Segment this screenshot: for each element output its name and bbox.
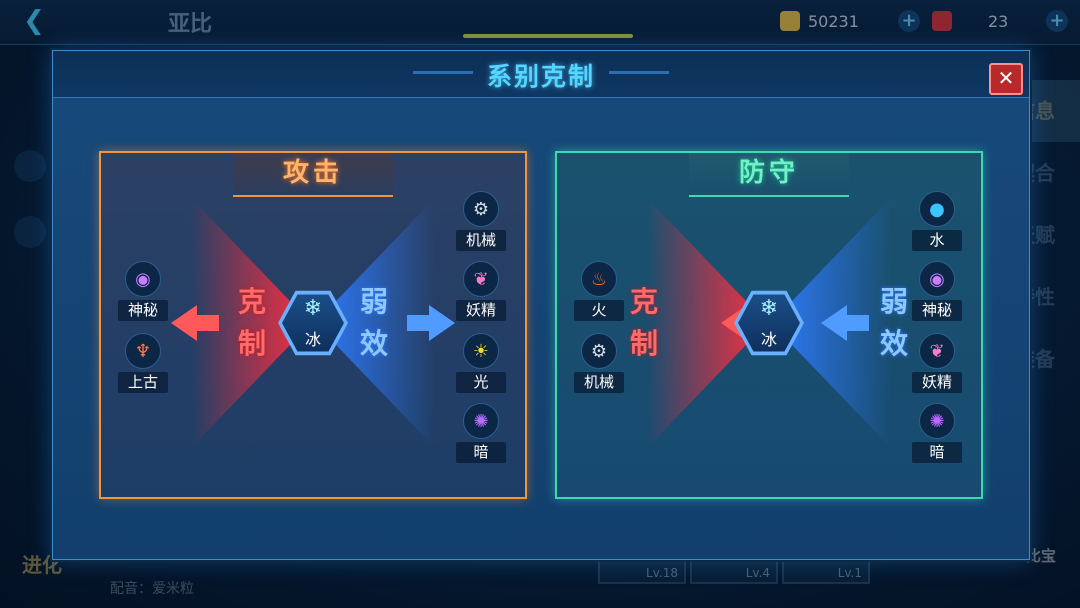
swirl-icon: ✺: [463, 403, 499, 439]
element-label: 神秘: [118, 300, 168, 321]
restrain-text: 克 制: [235, 281, 269, 365]
element-mechanical[interactable]: ⚙ 机械: [453, 191, 509, 251]
gear-icon: ⚙: [463, 191, 499, 227]
element-label: 上古: [118, 372, 168, 393]
wing-icon: ❦: [919, 333, 955, 369]
water-drop-icon: ●: [919, 191, 955, 227]
element-fairy[interactable]: ❦ 妖精: [453, 261, 509, 321]
element-label: 火: [574, 300, 624, 321]
weak-char-2: 效: [879, 327, 908, 360]
restrain-char-1: 克: [629, 285, 658, 318]
restrain-char-2: 制: [629, 327, 658, 360]
restrain-text: 克 制: [627, 281, 661, 365]
ice-crystal-icon: ❄: [303, 296, 323, 321]
center-element-label: 冰: [304, 330, 321, 349]
element-light[interactable]: ☀ 光: [453, 333, 509, 393]
weak-text: 弱 效: [877, 281, 911, 365]
element-ancient[interactable]: ♆ 上古: [115, 333, 171, 393]
element-dark[interactable]: ✺ 暗: [453, 403, 509, 463]
defense-panel: 防守 克 制 弱 效 ❄ 冰 ♨ 火 ⚙ 机械 ● 水 ◉ 神秘 ❦ 妖精 ✺ …: [555, 151, 983, 499]
restrain-char-2: 制: [237, 327, 266, 360]
gear-icon: ⚙: [581, 333, 617, 369]
element-mechanical[interactable]: ⚙ 机械: [571, 333, 627, 393]
weak-text: 弱 效: [357, 281, 391, 365]
weak-char-2: 效: [359, 327, 388, 360]
center-element-label: 冰: [760, 330, 777, 349]
weak-char-1: 弱: [359, 285, 388, 318]
sun-icon: ☀: [463, 333, 499, 369]
swirl-icon: ✺: [919, 403, 955, 439]
fire-icon: ♨: [581, 261, 617, 297]
weak-char-1: 弱: [879, 285, 908, 318]
element-label: 妖精: [912, 372, 962, 393]
element-label: 机械: [574, 372, 624, 393]
element-label: 妖精: [456, 300, 506, 321]
element-dark[interactable]: ✺ 暗: [909, 403, 965, 463]
modal-title: 系别克制: [486, 62, 595, 91]
attack-header: 攻击: [233, 153, 393, 197]
eye-icon: ◉: [919, 261, 955, 297]
element-fairy[interactable]: ❦ 妖精: [909, 333, 965, 393]
center-element-ice: ❄ 冰: [278, 288, 348, 358]
type-counter-modal: 系别克制 ✕ 攻击 克 制 弱 效 ❄ 冰 ◉ 神秘 ♆ 上古 ⚙ 机械 ❦ 妖…: [52, 50, 1030, 560]
element-label: 暗: [912, 442, 962, 463]
restrain-char-1: 克: [237, 285, 266, 318]
modal-header: 系别克制 ✕: [53, 51, 1029, 98]
element-label: 暗: [456, 442, 506, 463]
ice-crystal-icon: ❄: [759, 296, 779, 321]
ancient-mask-icon: ♆: [125, 333, 161, 369]
eye-icon: ◉: [125, 261, 161, 297]
element-mystery[interactable]: ◉ 神秘: [909, 261, 965, 321]
close-button[interactable]: ✕: [989, 63, 1023, 95]
close-x-icon: ✕: [997, 66, 1015, 90]
element-mystery[interactable]: ◉ 神秘: [115, 261, 171, 321]
center-element-ice: ❄ 冰: [734, 288, 804, 358]
element-label: 神秘: [912, 300, 962, 321]
wing-icon: ❦: [463, 261, 499, 297]
element-label: 水: [912, 230, 962, 251]
element-label: 光: [456, 372, 506, 393]
element-label: 机械: [456, 230, 506, 251]
defense-header: 防守: [689, 153, 849, 197]
attack-panel: 攻击 克 制 弱 效 ❄ 冰 ◉ 神秘 ♆ 上古 ⚙ 机械 ❦ 妖精 ☀ 光 ✺…: [99, 151, 527, 499]
element-water[interactable]: ● 水: [909, 191, 965, 251]
element-fire[interactable]: ♨ 火: [571, 261, 627, 321]
